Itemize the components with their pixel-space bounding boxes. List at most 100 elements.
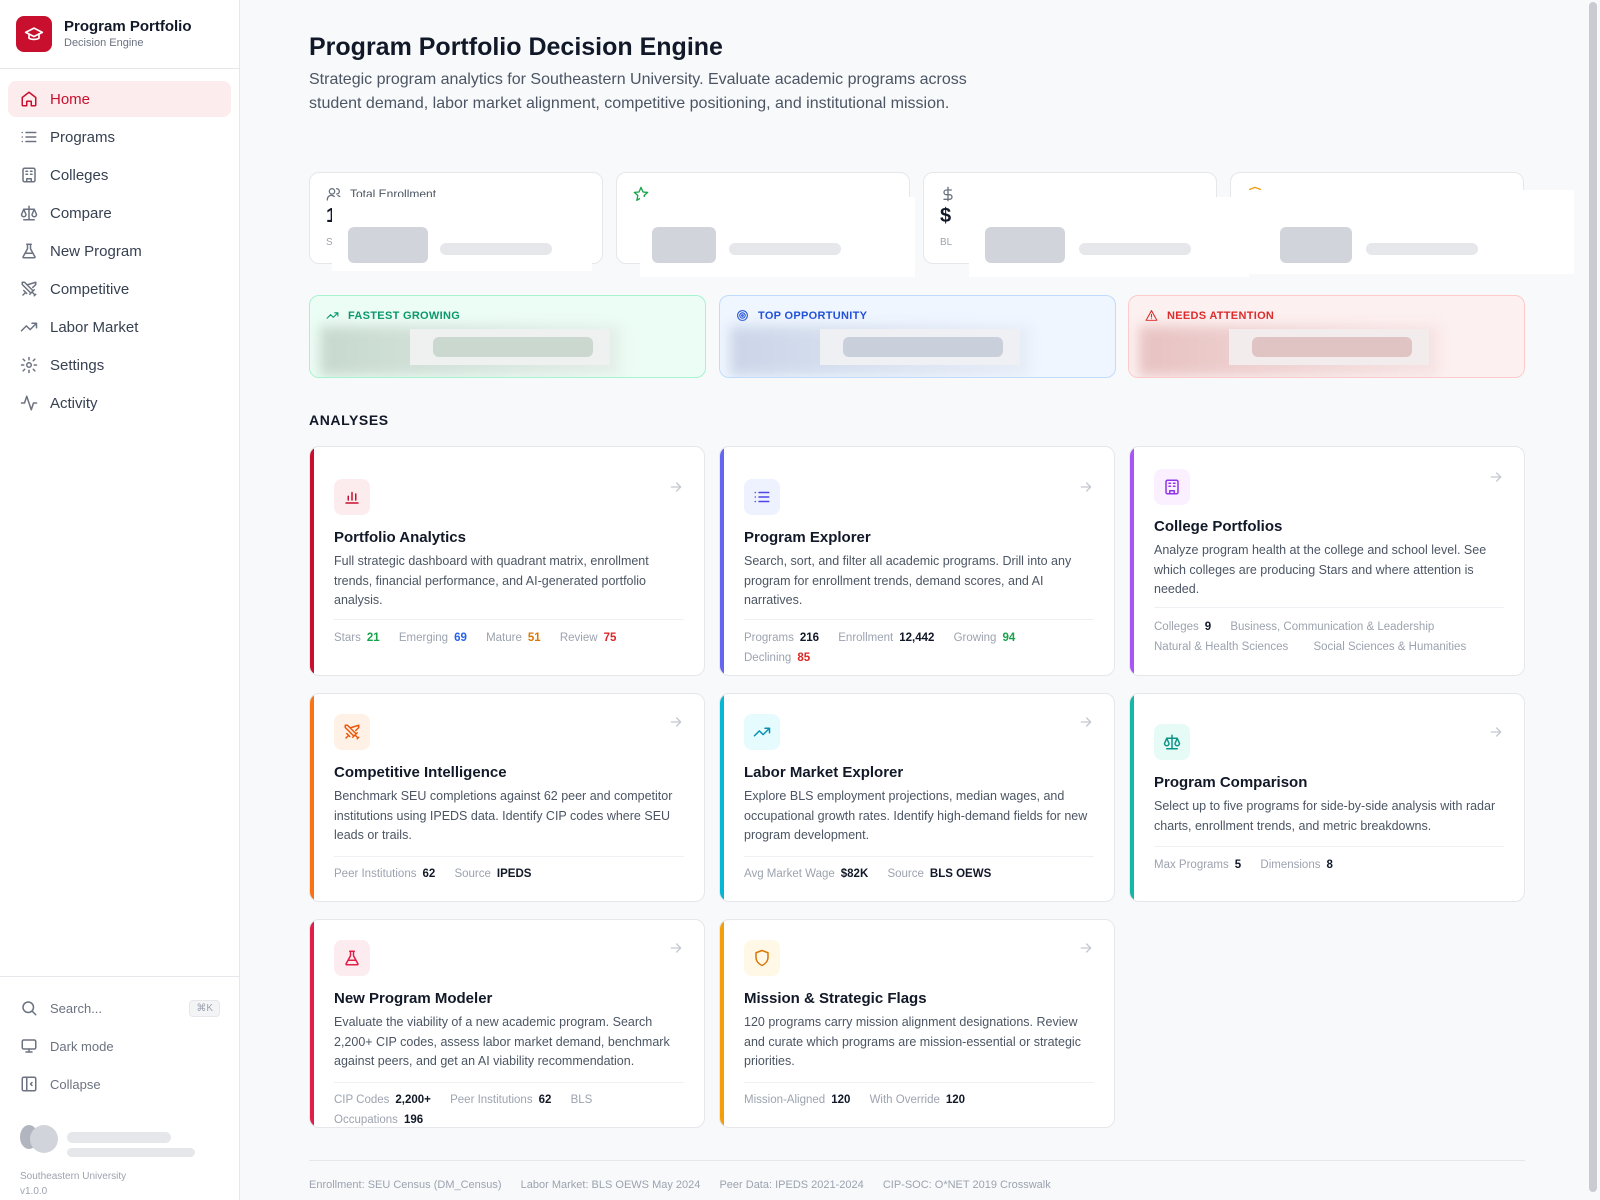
nav-item-new-program[interactable]: New Program [8,233,231,269]
card-stats: Max Programs 5 Dimensions 8 [1154,859,1333,871]
nav-item-colleges[interactable]: Colleges [8,157,231,193]
card-new-program-modeler[interactable]: New Program Modeler Evaluate the viabili… [309,919,705,1128]
section-title: ANALYSES [309,412,389,428]
sidebar: Program Portfolio Decision Engine Home P… [0,0,240,1200]
arrow-right-icon [1490,727,1502,737]
card-description: Explore BLS employment projections, medi… [744,789,1088,842]
nav-label: Labor Market [50,318,139,336]
nav-item-home[interactable]: Home [8,81,231,117]
card-labor-market-explorer[interactable]: Labor Market Explorer Explore BLS employ… [719,693,1115,902]
nav-label: Settings [50,356,105,374]
loading-bar [843,337,1003,357]
footer-source: CIP-SOC: O*NET 2019 Crosswalk [882,1179,1051,1191]
nav-label: Colleges [50,166,109,184]
data-sources-footer: Enrollment: SEU Census (DM_Census) Labor… [309,1179,1067,1191]
search-icon [22,1001,37,1016]
search-button[interactable]: Search... ⌘K [0,989,240,1027]
card-stats: Stars 21 Emerging 69 Mature 51 Review 75 [334,632,617,644]
loading-bar [1252,337,1412,357]
stat-label-row [940,186,964,202]
card-stats: CIP Codes 2,200+ Peer Institutions 62 BLS … [334,1094,593,1126]
card-stats: Colleges 9 Business, Communication & Lead… [1154,621,1467,653]
swords-icon [334,714,370,750]
card-title: College Portfolios [1154,518,1283,535]
card-description: Full strategic dashboard with quadrant m… [334,554,649,607]
insight-label-row: FASTEST GROWING [326,309,460,322]
card-program-comparison[interactable]: Program Comparison Select up to five pro… [1129,693,1525,902]
nav-item-compare[interactable]: Compare [8,195,231,231]
page-description: Strategic program analytics for Southeas… [309,71,967,112]
card-competitive-intelligence[interactable]: Competitive Intelligence Benchmark SEU c… [309,693,705,902]
app-version: v1.0.0 [20,1186,48,1197]
main-nav: Home Programs Colleges Compare New Progr… [0,69,239,421]
insight-label-row: TOP OPPORTUNITY [736,309,867,322]
scrollbar-thumb[interactable] [1589,2,1597,1192]
panel-collapse-icon [21,1076,37,1092]
home-icon [21,91,37,107]
trending-up-icon [20,322,38,332]
swords-icon [21,281,37,297]
nav-label: Programs [50,128,116,146]
nav-label: New Program [50,242,142,260]
footer-source: Peer Data: IPEDS 2021-2024 [719,1179,864,1191]
footer-divider [309,1160,1525,1161]
card-stats: Avg Market Wage $82K Source BLS OEWS [744,868,992,880]
name-skeleton [67,1132,171,1143]
activity-icon [20,395,38,411]
nav-item-settings[interactable]: Settings [8,347,231,383]
org-info: Southeastern University v1.0.0 [20,1169,126,1199]
graduation-cap-icon [16,16,52,52]
card-description: 120 programs carry mission alignment des… [744,1015,1081,1068]
bar-chart-icon [334,479,370,515]
card-description: Evaluate the viability of a new academic… [334,1015,670,1068]
nav-item-activity[interactable]: Activity [8,385,231,421]
arrow-right-icon [1080,717,1092,727]
insight-fastest-growing[interactable]: FASTEST GROWING [309,295,706,378]
nav-item-labor-market[interactable]: Labor Market [8,309,231,345]
card-description: Analyze program health at the college an… [1154,543,1487,596]
search-shortcut: ⌘K [189,999,220,1017]
card-description: Search, sort, and filter all academic pr… [744,554,1072,607]
dark-mode-toggle[interactable]: Dark mode [0,1027,240,1065]
nav-item-programs[interactable]: Programs [8,119,231,155]
arrow-right-icon [1490,472,1502,482]
shield-icon [744,940,780,976]
email-skeleton [67,1148,195,1157]
card-title: Program Explorer [744,529,871,546]
card-title: Program Comparison [1154,774,1308,791]
scale-icon [1154,724,1190,760]
collapse-button[interactable]: Collapse [0,1065,240,1103]
card-title: Labor Market Explorer [744,764,904,781]
loading-bar [433,337,593,357]
loading-skeleton [969,197,1249,277]
nav-label: Home [50,90,91,108]
page-title: Program Portfolio Decision Engine [309,33,723,61]
card-portfolio-analytics[interactable]: Portfolio Analytics Full strategic dashb… [309,446,705,676]
insight-needs-attention[interactable]: NEEDS ATTENTION [1128,295,1525,378]
arrow-right-icon [670,717,682,727]
card-college-portfolios[interactable]: College Portfolios Analyze program healt… [1129,446,1525,676]
nav-label: Activity [50,394,98,412]
insight-label: NEEDS ATTENTION [1167,309,1275,322]
nav-label: Compare [50,204,112,222]
card-mission-flags[interactable]: Mission & Strategic Flags 120 programs c… [719,919,1115,1128]
sparkles-icon [326,312,339,319]
card-description: Benchmark SEU completions against 62 pee… [334,789,673,842]
arrow-right-icon [1080,482,1092,492]
monitor-icon [21,1039,37,1053]
arrow-right-icon [1080,943,1092,953]
card-program-explorer[interactable]: Program Explorer Search, sort, and filte… [719,446,1115,676]
loading-skeleton [640,197,915,277]
gear-icon [20,356,38,374]
dark-mode-label: Dark mode [50,1038,114,1054]
list-icon [744,479,780,515]
building-icon [1154,469,1190,505]
brand-header[interactable]: Program Portfolio Decision Engine [0,0,239,69]
stat-value: $ [940,205,952,227]
insight-top-opportunity[interactable]: TOP OPPORTUNITY [719,295,1116,378]
search-label: Search... [50,1000,103,1016]
org-name: Southeastern University [20,1171,127,1182]
card-stats: Mission-Aligned 120 With Override 120 [744,1094,966,1106]
nav-item-competitive[interactable]: Competitive [8,271,231,307]
scrollbar[interactable] [1586,0,1600,1200]
